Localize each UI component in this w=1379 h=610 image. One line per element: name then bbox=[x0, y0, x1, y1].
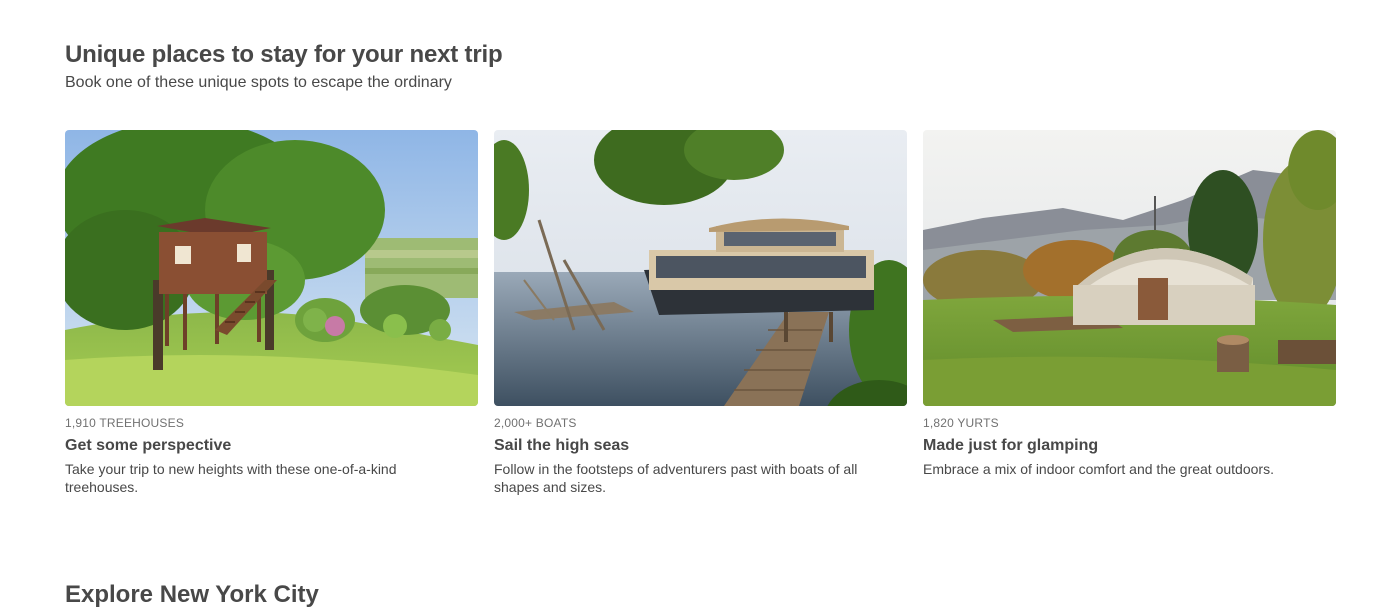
treehouses-count: 1,910 TREEHOUSES bbox=[65, 416, 185, 430]
boats-card[interactable]: 2,000+ BOATS Sail the high seas Follow i… bbox=[494, 130, 907, 496]
houseboat-photo[interactable] bbox=[494, 130, 907, 406]
yurt-photo[interactable] bbox=[923, 130, 1336, 406]
treehouses-description: Take your trip to new heights with these… bbox=[65, 461, 397, 495]
yurts-title[interactable]: Made just for glamping bbox=[923, 435, 1336, 457]
yurts-count: 1,820 YURTS bbox=[923, 416, 999, 430]
yurts-description: Embrace a mix of indoor comfort and the … bbox=[923, 461, 1274, 477]
treehouse-photo[interactable] bbox=[65, 130, 478, 406]
boats-title[interactable]: Sail the high seas bbox=[494, 435, 907, 457]
boats-description: Follow in the footsteps of adventurers p… bbox=[494, 461, 858, 495]
yurts-card[interactable]: 1,820 YURTS Made just for glamping Embra… bbox=[923, 130, 1336, 496]
treehouses-title[interactable]: Get some perspective bbox=[65, 435, 478, 457]
card-list: 1,910 TREEHOUSES Get some perspective Ta… bbox=[65, 130, 1337, 496]
unique-stays-section: Unique places to stay for your next trip… bbox=[65, 40, 1337, 495]
section-title: Unique places to stay for your next trip bbox=[65, 41, 503, 68]
boats-count: 2,000+ BOATS bbox=[494, 416, 577, 430]
treehouses-card[interactable]: 1,910 TREEHOUSES Get some perspective Ta… bbox=[65, 130, 478, 496]
section-subtitle: Book one of these unique spots to escape… bbox=[65, 74, 452, 91]
next-section-title: Explore New York City bbox=[65, 581, 319, 608]
